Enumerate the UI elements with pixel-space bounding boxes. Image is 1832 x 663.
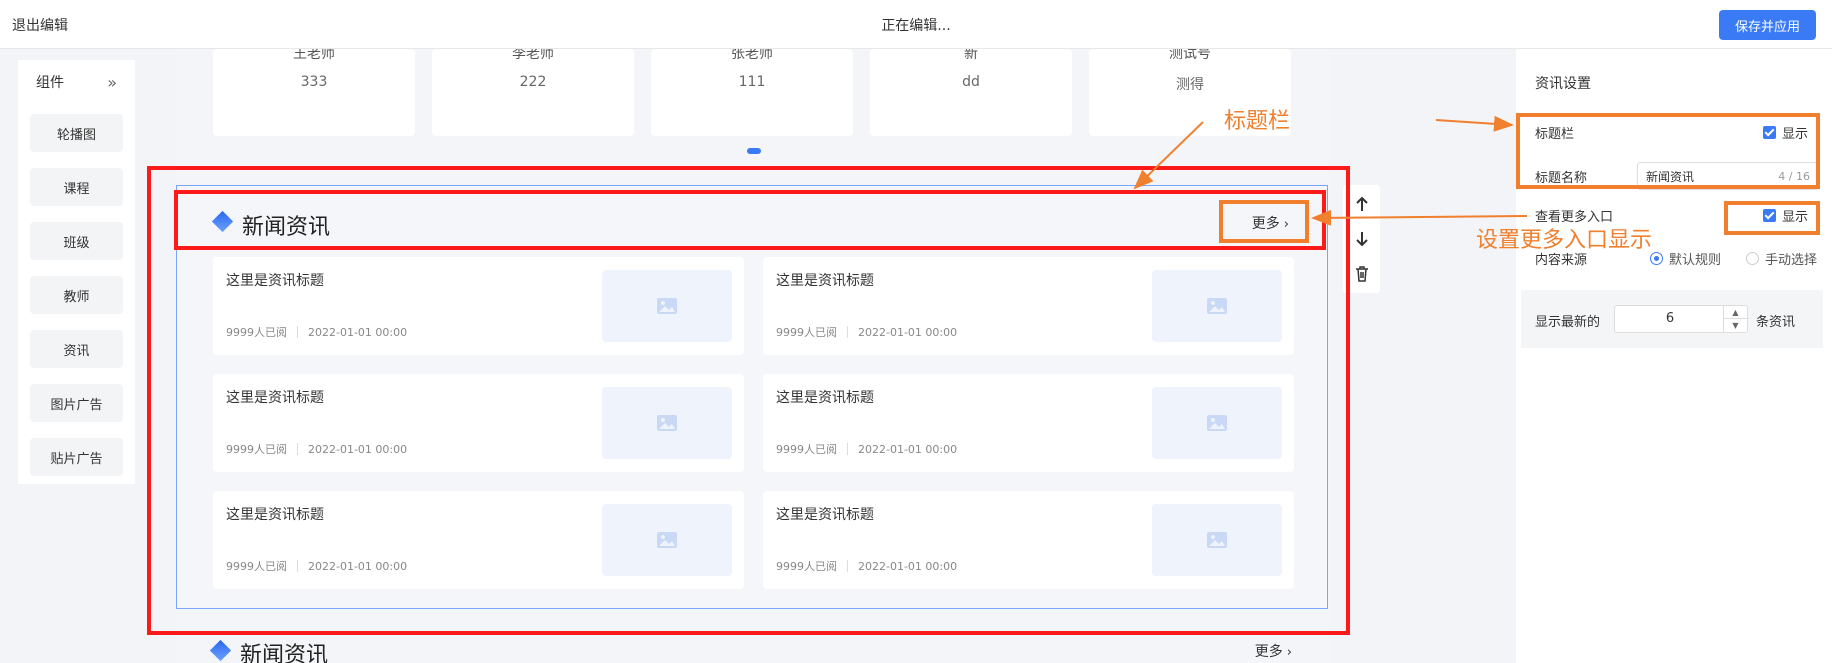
arrow-to-title-bar	[1133, 121, 1204, 190]
annotation-arrows	[1133, 115, 1528, 226]
annotation-label-more-entry: 设置更多入口显示	[1476, 228, 1653, 253]
annotation-label-title-bar: 标题栏	[1224, 109, 1291, 134]
arrow-to-title-bar-setting	[1435, 115, 1514, 132]
arrow-to-more-link	[1311, 209, 1528, 226]
